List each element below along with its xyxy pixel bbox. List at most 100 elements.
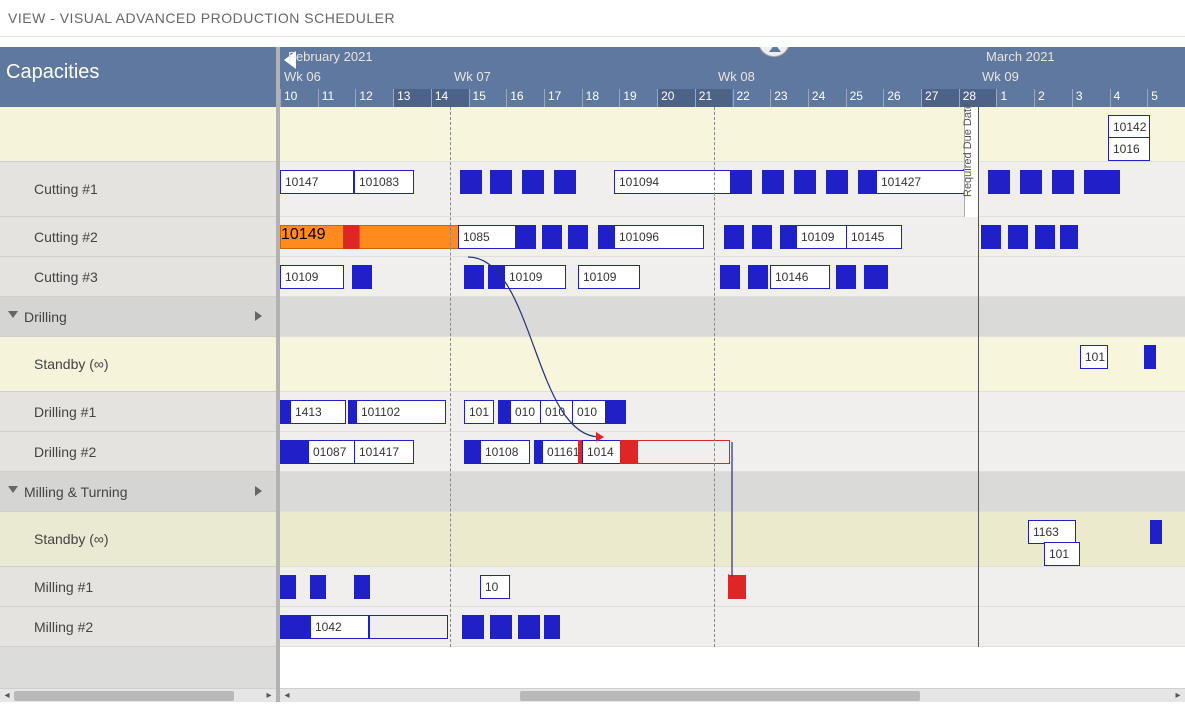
gantt-scrollbar[interactable]: ◂ ▸: [280, 688, 1185, 702]
task-bar[interactable]: [522, 170, 544, 194]
gantt-row[interactable]: 1413101102101010010010: [280, 392, 1185, 432]
task-bar[interactable]: [490, 615, 512, 639]
task-bar-labeled[interactable]: 10147: [280, 170, 354, 194]
task-bar[interactable]: [826, 170, 848, 194]
task-bar[interactable]: [1106, 170, 1120, 194]
task-bar[interactable]: [720, 265, 740, 289]
task-bar-labeled[interactable]: 101083: [354, 170, 414, 194]
sidebar-scroll-thumb[interactable]: [14, 691, 234, 701]
gantt-row[interactable]: 1014910851010961010910145: [280, 217, 1185, 257]
task-bar[interactable]: [464, 265, 484, 289]
task-bar[interactable]: [1052, 170, 1074, 194]
task-bar-labeled[interactable]: 101096: [614, 225, 704, 249]
gantt-row[interactable]: 10147101083 101094 101427: [280, 162, 1185, 217]
task-bar-labeled[interactable]: 101094: [614, 170, 734, 194]
task-bar[interactable]: [730, 170, 752, 194]
task-bar[interactable]: [354, 575, 370, 599]
gantt-body[interactable]: 1014210161014710108310109410142710149108…: [280, 107, 1185, 647]
task-bar[interactable]: [606, 400, 626, 424]
gantt-area[interactable]: February 2021March 2021 Wk 06Wk 07Wk 08W…: [280, 47, 1185, 702]
scroll-left-icon[interactable]: ◂: [280, 689, 294, 702]
task-bar-labeled[interactable]: 10108: [480, 440, 530, 464]
task-bar-labeled[interactable]: 010: [510, 400, 544, 424]
scroll-right-icon[interactable]: ▸: [262, 689, 276, 703]
task-bar-labeled[interactable]: 101: [1044, 542, 1080, 566]
sidebar-scrollbar[interactable]: ◂ ▸: [0, 688, 276, 702]
task-bar[interactable]: [864, 265, 888, 289]
task-bar-labeled[interactable]: 1014: [582, 440, 622, 464]
task-bar[interactable]: [1060, 225, 1078, 249]
task-bar[interactable]: [568, 225, 588, 249]
task-bar[interactable]: [464, 440, 480, 464]
task-bar[interactable]: [748, 265, 768, 289]
task-bar[interactable]: [554, 170, 576, 194]
task-bar[interactable]: [368, 615, 448, 639]
task-bar-labeled[interactable]: 10109: [504, 265, 566, 289]
task-bar[interactable]: [630, 440, 730, 464]
task-bar-labeled[interactable]: 10142: [1108, 115, 1150, 139]
resource-group[interactable]: Milling & Turning: [0, 472, 276, 512]
task-bar-labeled[interactable]: 10109: [578, 265, 640, 289]
gantt-row[interactable]: 01087101417 10108 011611014: [280, 432, 1185, 472]
task-bar-labeled[interactable]: 010: [540, 400, 574, 424]
chevron-right-icon[interactable]: [255, 486, 262, 496]
task-bar[interactable]: [343, 225, 359, 249]
task-bar[interactable]: [762, 170, 784, 194]
task-bar[interactable]: [836, 265, 856, 289]
gantt-scroll-thumb[interactable]: [520, 691, 920, 701]
task-bar-labeled[interactable]: 10: [480, 575, 510, 599]
expand-icon[interactable]: [8, 486, 18, 493]
task-bar[interactable]: [310, 575, 326, 599]
task-bar-labeled[interactable]: 10146: [770, 265, 830, 289]
task-bar-labeled[interactable]: 1163: [1028, 520, 1076, 544]
task-bar[interactable]: [280, 575, 296, 599]
task-bar[interactable]: [490, 170, 512, 194]
chevron-right-icon[interactable]: [255, 311, 262, 321]
task-bar[interactable]: [752, 225, 772, 249]
task-bar[interactable]: [280, 440, 308, 464]
task-bar[interactable]: [1084, 170, 1106, 194]
gantt-row[interactable]: [280, 472, 1185, 512]
gantt-row[interactable]: 10: [280, 567, 1185, 607]
gantt-row[interactable]: [280, 297, 1185, 337]
task-bar-labeled[interactable]: 1085: [458, 225, 516, 249]
task-bar[interactable]: [728, 575, 746, 599]
task-bar-labeled[interactable]: 10109: [796, 225, 852, 249]
task-bar-labeled[interactable]: 10145: [846, 225, 902, 249]
gantt-row[interactable]: 10109 10109 10109 10146: [280, 257, 1185, 297]
collapse-toggle[interactable]: [758, 47, 790, 57]
task-bar[interactable]: [544, 615, 560, 639]
task-bar-labeled[interactable]: 01087: [308, 440, 360, 464]
scroll-right-icon[interactable]: ▸: [1171, 689, 1185, 702]
task-bar[interactable]: [794, 170, 816, 194]
task-bar-labeled[interactable]: 101: [464, 400, 494, 424]
gantt-row[interactable]: 1042: [280, 607, 1185, 647]
task-bar-labeled[interactable]: 101102: [356, 400, 446, 424]
expand-icon[interactable]: [8, 311, 18, 318]
task-bar-labeled[interactable]: 101417: [354, 440, 414, 464]
task-bar[interactable]: [516, 225, 536, 249]
task-bar[interactable]: [352, 265, 372, 289]
task-bar-labeled[interactable]: 010: [572, 400, 606, 424]
task-bar[interactable]: [724, 225, 744, 249]
task-bar-labeled[interactable]: 10109: [280, 265, 344, 289]
task-bar[interactable]: [1020, 170, 1042, 194]
task-bar[interactable]: [462, 615, 484, 639]
gantt-row[interactable]: 101421016: [280, 107, 1185, 162]
task-bar-labeled[interactable]: 1413: [290, 400, 346, 424]
scroll-left-icon[interactable]: ◂: [0, 689, 14, 703]
gantt-row[interactable]: 1163101: [280, 512, 1185, 567]
task-bar[interactable]: [542, 225, 562, 249]
task-bar-labeled[interactable]: 101: [1080, 345, 1108, 369]
task-bar[interactable]: [1144, 345, 1156, 369]
task-bar[interactable]: [1035, 225, 1055, 249]
task-bar-labeled[interactable]: 1016: [1108, 137, 1150, 161]
task-bar[interactable]: [981, 225, 1001, 249]
resource-group[interactable]: Drilling: [0, 297, 276, 337]
task-bar[interactable]: [518, 615, 540, 639]
gantt-row[interactable]: 101: [280, 337, 1185, 392]
task-bar[interactable]: [1150, 520, 1162, 544]
task-bar-labeled[interactable]: 01161: [542, 440, 582, 464]
task-bar[interactable]: [988, 170, 1010, 194]
task-bar-labeled[interactable]: 101427: [876, 170, 966, 194]
